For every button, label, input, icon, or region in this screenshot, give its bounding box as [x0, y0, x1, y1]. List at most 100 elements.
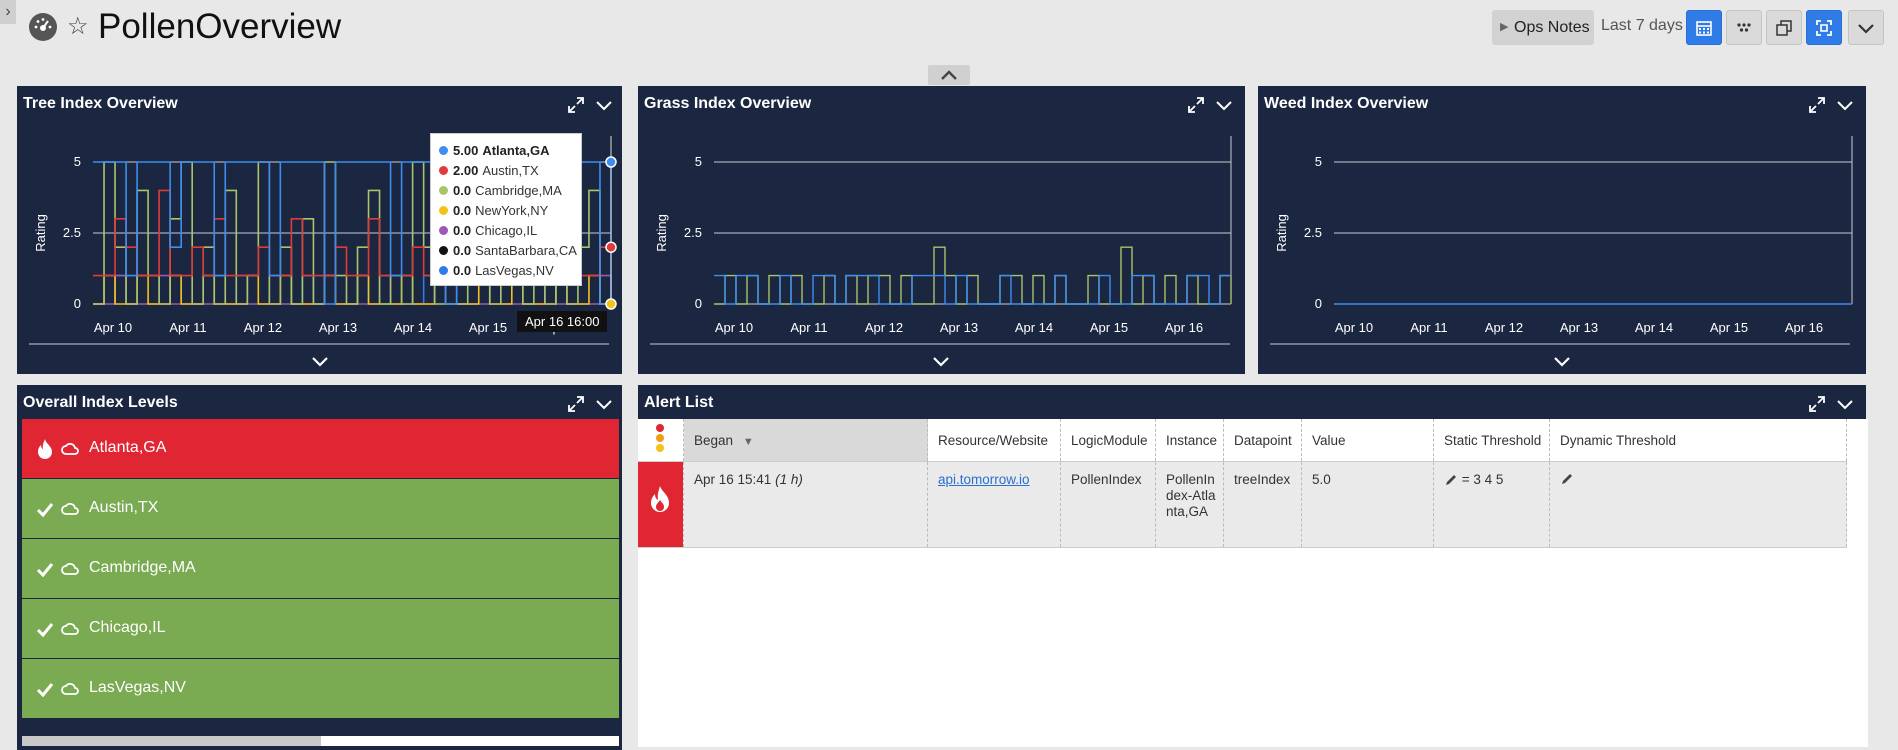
cloud-icon: [61, 563, 79, 575]
col-resource[interactable]: Resource/Website: [927, 419, 1061, 462]
widget-layout-button[interactable]: [1726, 10, 1762, 45]
x-tick-label: Apr 14: [394, 320, 432, 335]
calendar-button[interactable]: [1686, 10, 1722, 45]
tooltip-row: 0.0 NewYork,NY: [439, 200, 573, 220]
status-row-lasvegas[interactable]: LasVegas,NV: [22, 659, 619, 718]
x-tick-label: Apr 15: [1090, 320, 1128, 335]
series-dot: [439, 165, 448, 175]
hover-marker: [605, 241, 617, 253]
weed-index-chart[interactable]: 5 2.5 0 Rating Apr 10 Apr 11 Apr 12 Apr 13 Apr 1…: [1258, 86, 1866, 374]
fullscreen-icon: [1816, 19, 1832, 36]
col-static-threshold[interactable]: Static Threshold: [1433, 419, 1550, 462]
col-dynamic-threshold[interactable]: Dynamic Threshold: [1549, 419, 1847, 462]
resource-link[interactable]: api.tomorrow.io: [938, 472, 1030, 487]
time-range-selector[interactable]: Last 7 days: [1601, 17, 1683, 35]
x-tick-label: Apr 12: [1485, 320, 1523, 335]
legend-toggle-button[interactable]: [1551, 354, 1573, 368]
cloud-icon: [61, 623, 79, 635]
status-row-cambridge[interactable]: Cambridge,MA: [22, 539, 619, 598]
traffic-light-icon: [656, 424, 664, 452]
favorite-star-icon[interactable]: ☆: [67, 12, 89, 41]
status-label: Atlanta,GA: [89, 439, 167, 456]
more-options-button[interactable]: [1848, 10, 1884, 45]
legend-toggle-button[interactable]: [309, 354, 331, 368]
weed-index-panel: Weed Index Overview 5 2.5 0 Rating Apr 10 Apr…: [1258, 86, 1866, 374]
status-label: LasVegas,NV: [89, 679, 186, 696]
panel-title: Overall Index Levels: [23, 394, 178, 411]
edit-pencil-icon[interactable]: [1444, 473, 1458, 487]
fullscreen-button[interactable]: [1806, 10, 1842, 45]
tooltip-row: 0.0 LasVegas,NV: [439, 260, 573, 280]
tooltip-row: 2.00 Austin,TX: [439, 160, 573, 180]
series-dot: [439, 265, 448, 275]
top-bar: › ☆ PollenOverview ▶ Ops Notes Last 7 da…: [0, 0, 1898, 56]
y-axis-label: Rating: [1274, 214, 1289, 252]
static-threshold-cell: = 3 4 5: [1433, 461, 1550, 548]
x-tick-label: Apr 14: [1015, 320, 1053, 335]
x-tick-label: Apr 16: [1785, 320, 1823, 335]
hover-marker: [605, 298, 617, 310]
grass-index-chart[interactable]: 5 2.5 0 Rating Apr 10 Apr 11 Apr 12 Apr 13 Apr 1…: [638, 86, 1245, 374]
sidebar-toggle-button[interactable]: ›: [0, 0, 16, 24]
dashboard-icon: [29, 13, 57, 41]
cloud-icon: [61, 683, 79, 695]
severity-cell: [638, 461, 684, 548]
crosshair-time-label: Apr 16 16:00: [517, 311, 608, 332]
chevron-up-icon: [941, 70, 957, 80]
series-dot: [439, 225, 448, 235]
fire-icon: [651, 486, 669, 512]
table-row[interactable]: Apr 16 15:41 (1 h) api.tomorrow.io Polle…: [638, 461, 1847, 548]
scrollbar-thumb[interactable]: [22, 736, 321, 746]
status-row-chicago[interactable]: Chicago,IL: [22, 599, 619, 658]
y-tick-label: 0: [695, 296, 702, 311]
col-value[interactable]: Value: [1301, 419, 1434, 462]
panel-menu-button[interactable]: [593, 393, 615, 415]
col-logicmodule[interactable]: LogicModule: [1060, 419, 1156, 462]
collapse-header-button[interactable]: [928, 65, 970, 85]
legend-toggle-button[interactable]: [930, 354, 952, 368]
calendar-icon: [1696, 20, 1712, 36]
y-tick-label: 2.5: [1304, 225, 1322, 240]
x-tick-label: Apr 12: [865, 320, 903, 335]
x-tick-label: Apr 11: [790, 320, 827, 335]
status-row-atlanta[interactable]: Atlanta,GA: [22, 419, 619, 478]
ops-notes-button[interactable]: ▶ Ops Notes: [1492, 10, 1594, 45]
check-icon: [36, 683, 54, 698]
status-row-austin[interactable]: Austin,TX: [22, 479, 619, 538]
col-datapoint[interactable]: Datapoint: [1223, 419, 1302, 462]
col-began[interactable]: Began ▼: [683, 419, 928, 462]
x-tick-label: Apr 10: [715, 320, 753, 335]
horizontal-scrollbar[interactable]: [22, 736, 619, 746]
dots-grid-icon: [1737, 22, 1751, 32]
x-tick-label: Apr 16: [1165, 320, 1203, 335]
clone-button[interactable]: [1766, 10, 1802, 45]
x-tick-label: Apr 10: [1335, 320, 1373, 335]
chevron-down-icon: [312, 357, 328, 367]
table-header-row: Began ▼ Resource/Website LogicModule Ins…: [638, 419, 1847, 462]
x-tick-label: Apr 12: [244, 320, 282, 335]
cloud-icon: [61, 443, 79, 455]
y-axis-label: Rating: [33, 214, 48, 252]
col-instance[interactable]: Instance: [1155, 419, 1224, 462]
panel-menu-button[interactable]: [1834, 393, 1856, 415]
check-icon: [36, 563, 54, 578]
status-label: Cambridge,MA: [89, 559, 196, 576]
fire-icon: [38, 439, 52, 459]
edit-pencil-icon[interactable]: [1560, 472, 1574, 486]
severity-column-header[interactable]: [638, 419, 684, 462]
alert-list-body: Began ▼ Resource/Website LogicModule Ins…: [638, 419, 1868, 747]
y-tick-label: 5: [74, 154, 81, 169]
datapoint-cell: treeIndex: [1223, 461, 1302, 548]
chevron-down-icon: [596, 400, 612, 410]
chevron-down-icon: [1858, 23, 1874, 34]
x-tick-label: Apr 15: [1710, 320, 1748, 335]
expand-button[interactable]: [1806, 393, 1828, 415]
page-title: PollenOverview: [98, 7, 342, 46]
tooltip-row: 0.0 SantaBarbara,CA: [439, 240, 577, 260]
chevron-down-icon: [1837, 400, 1853, 410]
y-tick-label: 2.5: [684, 225, 702, 240]
resource-cell: api.tomorrow.io: [927, 461, 1061, 548]
series-dot: [439, 205, 448, 215]
status-list: Atlanta,GA Austin,TX Cambridge,MA Chicag…: [22, 419, 619, 719]
expand-button[interactable]: [565, 393, 587, 415]
